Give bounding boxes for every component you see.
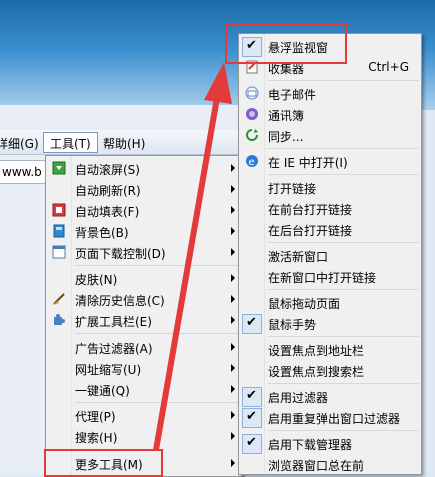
annotation-arrow-icon: [153, 62, 232, 451]
